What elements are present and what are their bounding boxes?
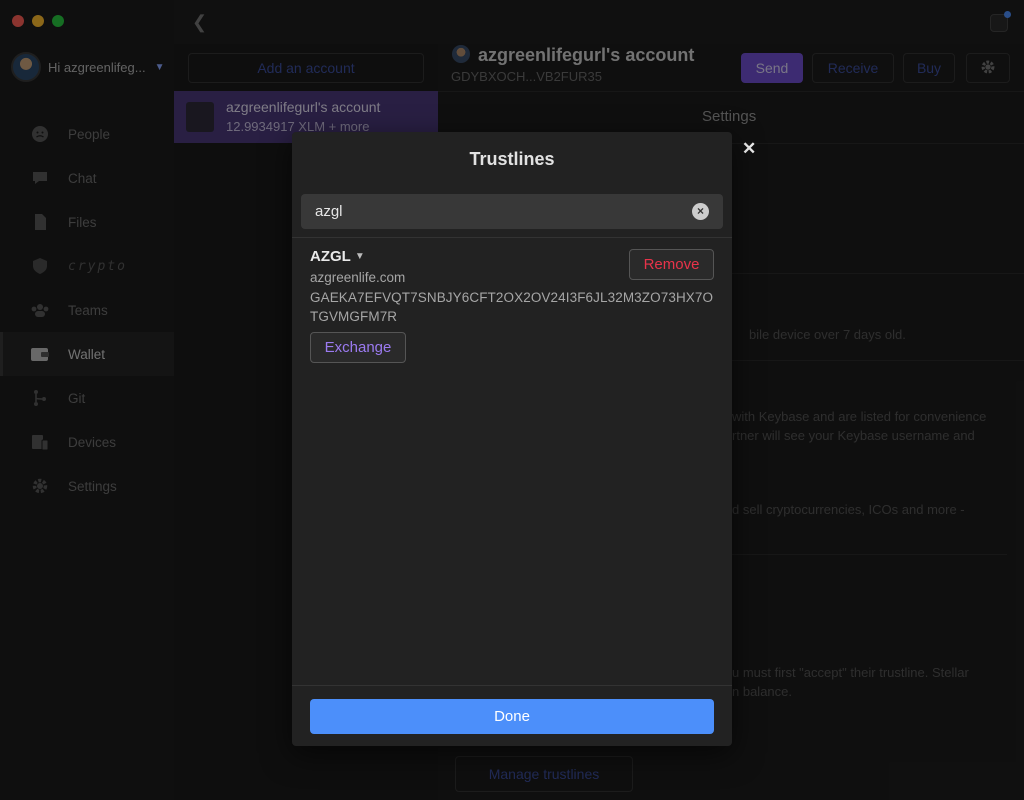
caret-down-icon: ▼ (354, 251, 365, 262)
divider (292, 237, 732, 238)
app-window: Hi azgreenlifeg... ▼ People Chat Files c… (0, 0, 1024, 800)
divider (292, 685, 732, 686)
close-icon[interactable]: ✕ (742, 139, 756, 159)
search-box: × (301, 194, 723, 229)
asset-code: AZGL (310, 248, 351, 265)
exchange-button[interactable]: Exchange (310, 332, 406, 363)
modal-title: Trustlines (469, 149, 555, 169)
remove-button[interactable]: Remove (629, 249, 714, 280)
clear-search-icon[interactable]: × (692, 203, 709, 220)
trustlines-modal: Trustlines × AZGL▼ azgreenlife.com GAEKA… (292, 132, 732, 746)
done-button[interactable]: Done (310, 699, 714, 734)
asset-issuer: GAEKA7EFVQT7SNBJY6CFT2OX2OV24I3F6JL32M3Z… (310, 290, 714, 324)
search-input[interactable] (315, 194, 675, 229)
